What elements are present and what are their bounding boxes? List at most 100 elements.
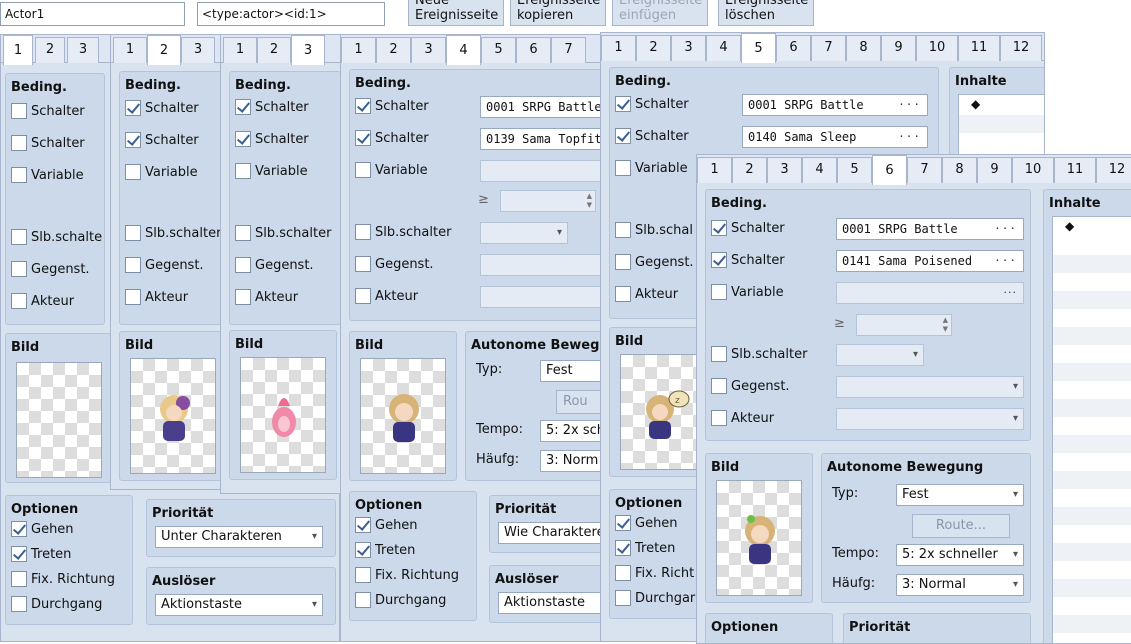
- tab-1[interactable]: 1: [3, 35, 33, 65]
- self-switch-checkbox[interactable]: Slb.schalter: [235, 224, 331, 246]
- contents-list[interactable]: ◆: [1052, 216, 1131, 643]
- variable-value-spinner[interactable]: ▲ ▼: [856, 314, 952, 336]
- variable-checkbox[interactable]: Variable: [711, 283, 784, 305]
- tab-2[interactable]: 2: [257, 37, 291, 63]
- checkbox-box[interactable]: [355, 97, 371, 114]
- tab-3[interactable]: 3: [67, 37, 99, 63]
- tab-3[interactable]: 3: [181, 37, 215, 63]
- through-checkbox[interactable]: Durchgang: [11, 595, 102, 617]
- checkbox-box[interactable]: [615, 514, 631, 531]
- checkbox-box[interactable]: [125, 99, 141, 116]
- type-select[interactable]: Fest: [896, 484, 1024, 506]
- switch1-select[interactable]: 0001 SRPG Battle: [480, 96, 609, 118]
- checkbox-box[interactable]: [615, 95, 631, 112]
- image-preview[interactable]: [16, 362, 102, 478]
- checkbox-box[interactable]: [235, 224, 251, 241]
- image-preview[interactable]: [130, 358, 216, 474]
- switch2-checkbox[interactable]: Schalter: [11, 134, 85, 156]
- actor-checkbox[interactable]: Akteur: [125, 288, 188, 310]
- tab-2[interactable]: 2: [35, 37, 65, 63]
- trigger-select[interactable]: Aktionstaste: [498, 592, 609, 614]
- tab-6[interactable]: 6: [516, 37, 551, 63]
- event-name-field[interactable]: Actor1: [0, 2, 185, 26]
- variable-select[interactable]: ···: [836, 282, 1024, 304]
- item-checkbox[interactable]: Gegenst.: [235, 256, 314, 278]
- item-checkbox[interactable]: Gegenst.: [355, 255, 434, 277]
- checkbox-box[interactable]: [125, 224, 141, 241]
- tab-3[interactable]: 3: [291, 35, 325, 65]
- through-checkbox[interactable]: Durchgar: [615, 589, 695, 611]
- tab-1[interactable]: 1: [223, 37, 257, 63]
- image-preview[interactable]: [716, 480, 802, 596]
- actor-select[interactable]: [836, 408, 1024, 430]
- checkbox-box[interactable]: [11, 545, 27, 562]
- tab-8[interactable]: 8: [942, 157, 977, 183]
- variable-value-spinner[interactable]: ▲ ▼: [500, 190, 596, 212]
- switch1-select[interactable]: 0001 SRPG Battle ···: [742, 94, 928, 116]
- tab-3[interactable]: 3: [411, 37, 446, 63]
- checkbox-box[interactable]: [11, 260, 27, 277]
- checkbox-box[interactable]: [125, 163, 141, 180]
- switch2-checkbox[interactable]: Schalter: [615, 127, 689, 149]
- checkbox-box[interactable]: [355, 161, 371, 178]
- checkbox-box[interactable]: [615, 589, 631, 606]
- checkbox-box[interactable]: [711, 219, 727, 236]
- checkbox-box[interactable]: [125, 131, 141, 148]
- actor-checkbox[interactable]: Akteur: [235, 288, 298, 310]
- tab-12[interactable]: 12: [1096, 157, 1131, 183]
- tab-2[interactable]: 2: [376, 37, 411, 63]
- tab-11[interactable]: 11: [958, 35, 1000, 61]
- tab-7[interactable]: 7: [907, 157, 942, 183]
- more-icon[interactable]: ···: [1004, 283, 1018, 303]
- variable-checkbox[interactable]: Variable: [615, 159, 688, 181]
- switch2-checkbox[interactable]: Schalter: [355, 129, 429, 151]
- variable-checkbox[interactable]: Variable: [125, 163, 198, 185]
- tab-7[interactable]: 7: [551, 37, 586, 63]
- switch2-checkbox[interactable]: Schalter: [235, 130, 309, 152]
- trigger-select[interactable]: Aktionstaste: [155, 594, 323, 616]
- tab-10[interactable]: 10: [1012, 157, 1054, 183]
- more-icon[interactable]: ···: [994, 251, 1017, 271]
- checkbox-box[interactable]: [11, 228, 27, 245]
- checkbox-box[interactable]: [615, 127, 631, 144]
- checkbox-box[interactable]: [11, 102, 27, 119]
- variable-checkbox[interactable]: Variable: [11, 166, 84, 188]
- more-icon[interactable]: ···: [898, 127, 921, 147]
- checkbox-box[interactable]: [125, 256, 141, 273]
- more-icon[interactable]: ···: [898, 95, 921, 115]
- more-icon[interactable]: ···: [994, 219, 1017, 239]
- actor-checkbox[interactable]: Akteur: [11, 292, 74, 314]
- actor-checkbox[interactable]: Akteur: [711, 409, 774, 431]
- new-page-button[interactable]: Neue Ereignisseite: [408, 0, 504, 26]
- actor-checkbox[interactable]: Akteur: [615, 285, 678, 307]
- frequency-select[interactable]: 3: Normal: [896, 574, 1024, 596]
- tab-1[interactable]: 1: [341, 37, 376, 63]
- switch1-select[interactable]: 0001 SRPG Battle ···: [836, 218, 1024, 240]
- delete-page-button[interactable]: Ereignisseite löschen: [718, 0, 814, 26]
- checkbox-box[interactable]: [11, 292, 27, 309]
- tab-9[interactable]: 9: [977, 157, 1012, 183]
- checkbox-box[interactable]: [711, 409, 727, 426]
- self-switch-checkbox[interactable]: Slb.schal: [615, 221, 693, 243]
- self-switch-checkbox[interactable]: Slb.schalte: [11, 228, 102, 250]
- checkbox-box[interactable]: [615, 253, 631, 270]
- priority-select[interactable]: Wie Charaktere: [498, 522, 609, 544]
- tab-4[interactable]: 4: [446, 35, 481, 65]
- tab-5[interactable]: 5: [837, 157, 872, 183]
- list-bullet-icon[interactable]: ◆: [971, 97, 980, 111]
- switch2-select[interactable]: 0139 Sama Topfit: [480, 128, 609, 150]
- tab-12[interactable]: 12: [1000, 35, 1042, 61]
- variable-select[interactable]: [480, 160, 609, 182]
- checkbox-box[interactable]: [11, 166, 27, 183]
- checkbox-box[interactable]: [355, 591, 371, 608]
- checkbox-box[interactable]: [11, 595, 27, 612]
- checkbox-box[interactable]: [355, 255, 371, 272]
- item-select[interactable]: [480, 254, 609, 276]
- tab-5[interactable]: 5: [481, 37, 516, 63]
- switch1-checkbox[interactable]: Schalter: [235, 98, 309, 120]
- checkbox-box[interactable]: [235, 162, 251, 179]
- route-button[interactable]: Route...: [912, 514, 1010, 538]
- checkbox-box[interactable]: [711, 377, 727, 394]
- tab-2[interactable]: 2: [732, 157, 767, 183]
- tab-3[interactable]: 3: [671, 35, 706, 61]
